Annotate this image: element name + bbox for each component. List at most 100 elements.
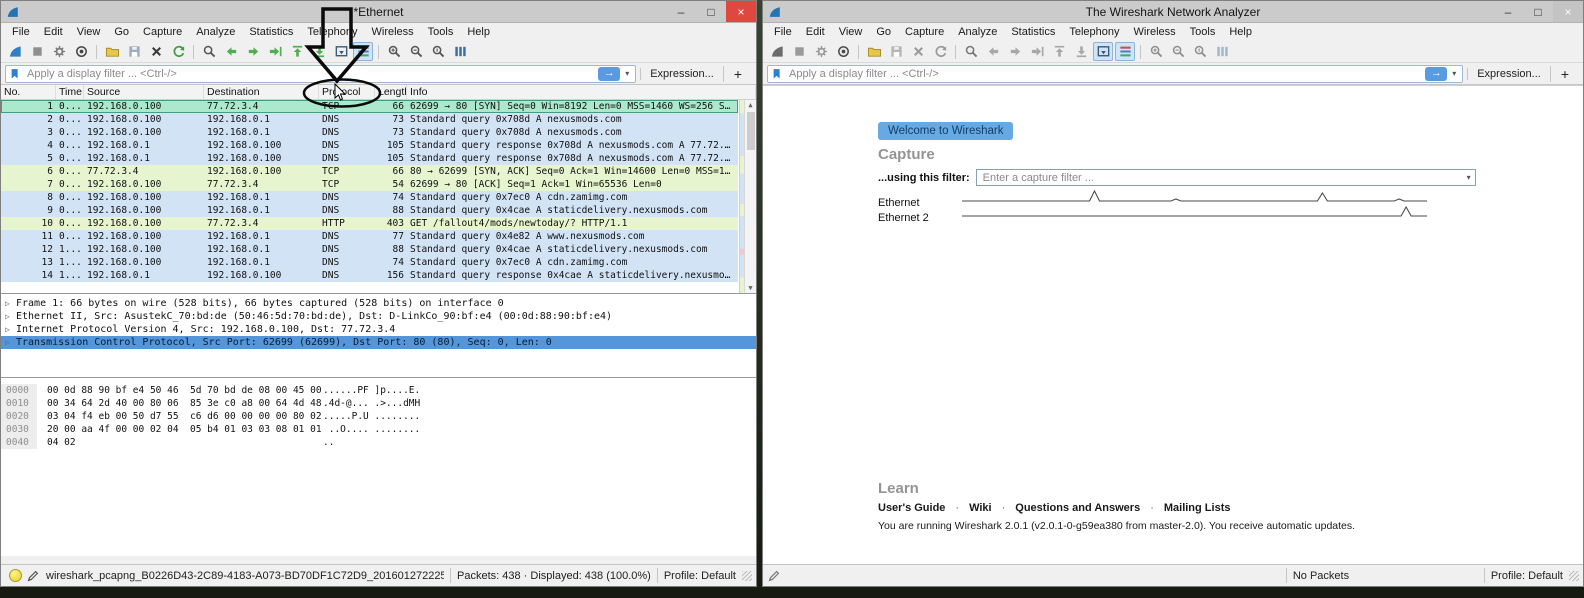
link-wiki[interactable]: Wiki	[969, 502, 992, 514]
go-to-top-icon[interactable]	[287, 42, 307, 61]
colorize-icon[interactable]	[353, 42, 373, 61]
packet-row[interactable]: 2 0... 192.168.0.100 192.168.0.1 DNS 73 Standa…	[1, 113, 738, 126]
resize-grip[interactable]	[1569, 570, 1579, 581]
column-header-protocol[interactable]: Protocol	[319, 85, 375, 99]
menu-analyze[interactable]: Analyze	[189, 26, 242, 38]
menu-wireless[interactable]: Wireless	[365, 26, 421, 38]
menu-wireless[interactable]: Wireless	[1127, 26, 1183, 38]
menu-help[interactable]: Help	[1222, 26, 1259, 38]
packet-row[interactable]: 11 0... 192.168.0.100 192.168.0.1 DNS 77 Stand…	[1, 230, 738, 243]
column-header-time[interactable]: Time	[56, 85, 84, 99]
titlebar[interactable]: *Ethernet – □ ×	[1, 1, 756, 23]
go-to-top-icon[interactable]	[1049, 42, 1069, 61]
packet-row[interactable]: 8 0... 192.168.0.100 192.168.0.1 DNS 74 Standa…	[1, 191, 738, 204]
expander-icon[interactable]: ▷	[5, 323, 16, 336]
menu-statistics[interactable]: Statistics	[242, 26, 300, 38]
restart-capture-icon[interactable]	[833, 42, 853, 61]
packet-row[interactable]: 4 0... 192.168.0.1 192.168.0.100 DNS 105 Stand…	[1, 139, 738, 152]
menu-edit[interactable]: Edit	[799, 26, 832, 38]
filter-history-caret-icon[interactable]: ▾	[622, 69, 632, 78]
go-to-bottom-icon[interactable]	[309, 42, 329, 61]
scrollbar-thumb[interactable]	[747, 112, 755, 150]
bookmark-icon[interactable]	[771, 67, 783, 80]
link-mailing-lists[interactable]: Mailing Lists	[1164, 502, 1231, 514]
zoom-in-icon[interactable]	[384, 42, 404, 61]
close-file-icon[interactable]	[908, 42, 928, 61]
profile-status[interactable]: Profile: Default	[664, 570, 736, 582]
packet-row[interactable]: 6 0... 77.72.3.4 192.168.0.100 TCP 66 80 → 626…	[1, 165, 738, 178]
menu-telephony[interactable]: Telephony	[1062, 26, 1126, 38]
open-file-icon[interactable]	[864, 42, 884, 61]
menu-statistics[interactable]: Statistics	[1004, 26, 1062, 38]
menu-telephony[interactable]: Telephony	[300, 26, 364, 38]
menu-analyze[interactable]: Analyze	[951, 26, 1004, 38]
display-filter-input[interactable]	[787, 66, 1426, 81]
display-filter-input[interactable]	[25, 66, 599, 81]
detail-row[interactable]: ▷ Internet Protocol Version 4, Src: 192.1…	[1, 323, 756, 336]
menu-capture[interactable]: Capture	[898, 26, 951, 38]
zoom-original-icon[interactable]	[428, 42, 448, 61]
minimize-button[interactable]: –	[1493, 1, 1523, 22]
menu-go[interactable]: Go	[107, 26, 136, 38]
menu-view[interactable]: View	[70, 26, 108, 38]
menu-view[interactable]: View	[832, 26, 870, 38]
packet-row[interactable]: 13 1... 192.168.0.100 192.168.0.1 DNS 74 Stand…	[1, 256, 738, 269]
menu-go[interactable]: Go	[869, 26, 898, 38]
capture-filter-box[interactable]: ▾	[975, 169, 1476, 186]
menu-tools[interactable]: Tools	[421, 26, 461, 38]
titlebar[interactable]: The Wireshark Network Analyzer – □ ×	[763, 1, 1583, 23]
hex-row[interactable]: 0040 04 02..	[1, 436, 756, 449]
stop-capture-icon[interactable]	[789, 42, 809, 61]
go-forward-icon[interactable]	[243, 42, 263, 61]
menu-tools[interactable]: Tools	[1183, 26, 1223, 38]
zoom-out-icon[interactable]	[1168, 42, 1188, 61]
add-filter-button[interactable]: +	[722, 65, 752, 82]
expression-button[interactable]: Expression...	[640, 67, 723, 80]
column-header-source[interactable]: Source	[84, 85, 204, 99]
capture-filter-input[interactable]	[980, 170, 1467, 185]
annotate-pencil-icon[interactable]	[767, 569, 781, 583]
hex-row[interactable]: 0000 00 0d 88 90 bf e4 50 46 5d 70 bd de …	[1, 384, 756, 397]
start-capture-icon[interactable]	[767, 42, 787, 61]
expression-button[interactable]: Expression...	[1467, 67, 1550, 80]
packet-row[interactable]: 10 0... 192.168.0.100 77.72.3.4 HTTP 403 GET /…	[1, 217, 738, 230]
detail-row[interactable]: ▷ Frame 1: 66 bytes on wire (528 bits), 6…	[1, 297, 756, 310]
packet-list-header[interactable]: No. Time Source Destination Protocol Length In…	[1, 85, 756, 100]
go-forward-icon[interactable]	[1005, 42, 1025, 61]
go-to-bottom-icon[interactable]	[1071, 42, 1091, 61]
maximize-button[interactable]: □	[696, 1, 726, 22]
auto-scroll-icon[interactable]	[1093, 42, 1113, 61]
zoom-out-icon[interactable]	[406, 42, 426, 61]
hex-row[interactable]: 0030 20 00 aa 4f 00 00 02 04 05 b4 01 03 …	[1, 423, 756, 436]
minimize-button[interactable]: –	[666, 1, 696, 22]
menu-help[interactable]: Help	[460, 26, 497, 38]
filter-history-caret-icon[interactable]: ▾	[1449, 69, 1459, 78]
resize-columns-icon[interactable]	[1212, 42, 1232, 61]
save-file-icon[interactable]	[886, 42, 906, 61]
capture-filter-caret-icon[interactable]: ▾	[1467, 173, 1471, 182]
link-user-s-guide[interactable]: User's Guide	[878, 502, 945, 514]
bookmark-icon[interactable]	[9, 67, 21, 80]
menu-file[interactable]: File	[767, 26, 799, 38]
go-back-icon[interactable]	[221, 42, 241, 61]
scroll-down-icon[interactable]: ▼	[745, 284, 756, 292]
column-header-destination[interactable]: Destination	[204, 85, 319, 99]
apply-filter-icon[interactable]: →	[1425, 66, 1448, 81]
interface-row-ethernet-2[interactable]: Ethernet 2	[878, 205, 1427, 224]
column-header-no[interactable]: No.	[1, 85, 56, 99]
menu-edit[interactable]: Edit	[37, 26, 70, 38]
zoom-in-icon[interactable]	[1146, 42, 1166, 61]
stop-capture-icon[interactable]	[27, 42, 47, 61]
open-file-icon[interactable]	[102, 42, 122, 61]
profile-status[interactable]: Profile: Default	[1491, 570, 1563, 582]
close-button[interactable]: ×	[1553, 1, 1583, 22]
display-filter-box[interactable]: → ▾	[5, 64, 637, 83]
packet-row[interactable]: 3 0... 192.168.0.100 192.168.0.1 DNS 73 Standa…	[1, 126, 738, 139]
close-file-icon[interactable]	[146, 42, 166, 61]
annotate-pencil-icon[interactable]	[26, 569, 40, 583]
hex-row[interactable]: 0010 00 34 64 2d 40 00 80 06 85 3e c0 a8 …	[1, 397, 756, 410]
link-questions-and-answers[interactable]: Questions and Answers	[1015, 502, 1140, 514]
capture-options-icon[interactable]	[811, 42, 831, 61]
expander-icon[interactable]: ▷	[5, 297, 16, 310]
display-filter-box[interactable]: → ▾	[767, 64, 1464, 83]
